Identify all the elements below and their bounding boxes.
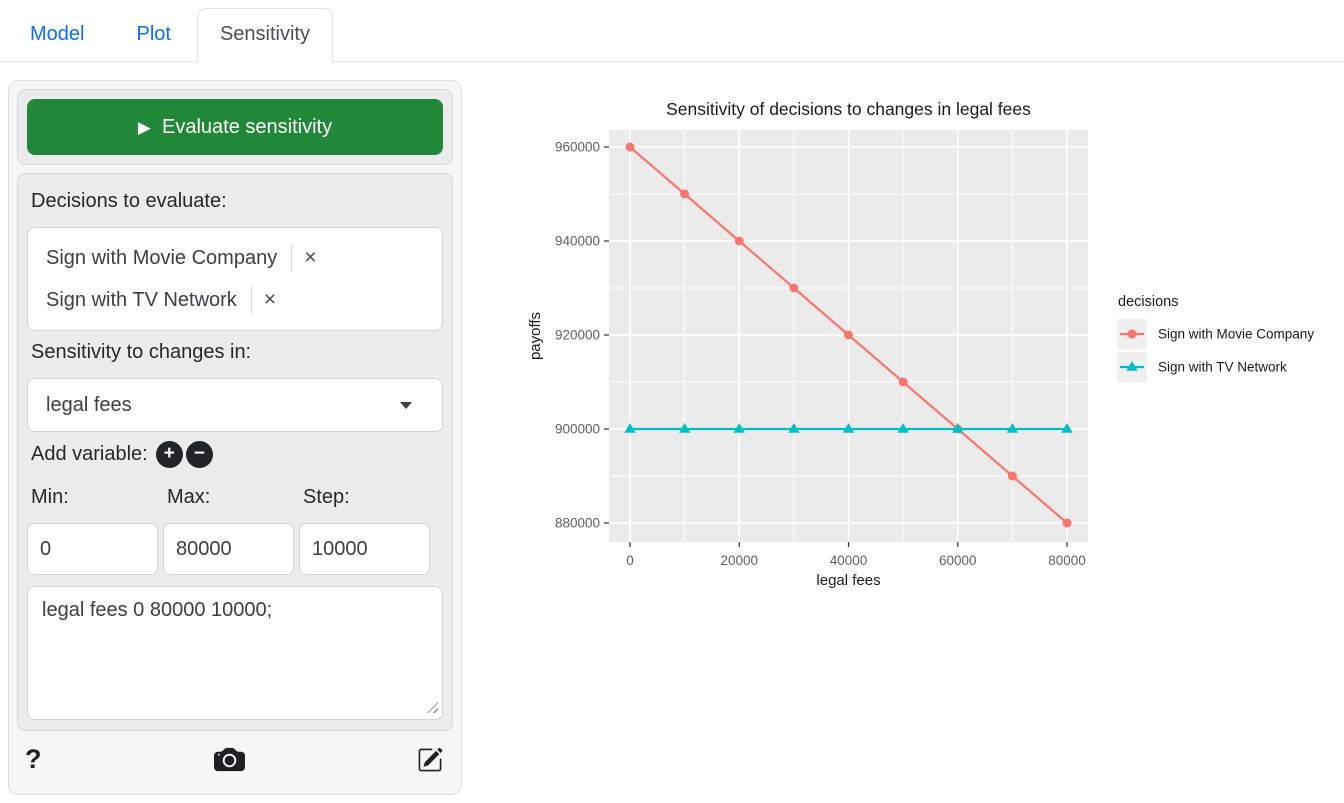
- decisions-multiselect[interactable]: Sign with Movie Company × Sign with TV N…: [27, 227, 443, 331]
- variable-select-value: legal fees: [46, 394, 132, 417]
- plus-circle-icon[interactable]: +: [156, 441, 183, 468]
- svg-text:Sensitivity of decisions to ch: Sensitivity of decisions to changes in l…: [666, 99, 1031, 119]
- variable-spec-textarea[interactable]: legal fees 0 80000 10000;: [27, 586, 443, 720]
- min-label: Min:: [31, 486, 167, 509]
- svg-text:0: 0: [626, 553, 634, 568]
- variable-select[interactable]: legal fees: [27, 378, 443, 432]
- step-label: Step:: [303, 486, 439, 509]
- sidebar: ▶ Evaluate sensitivity Decisions to eval…: [8, 80, 462, 795]
- sensitivity-label: Sensitivity to changes in:: [31, 341, 443, 364]
- decision-chip: Sign with TV Network ×: [32, 279, 438, 321]
- evaluate-card: ▶ Evaluate sensitivity: [17, 89, 453, 165]
- decision-chip-label: Sign with Movie Company: [46, 247, 277, 270]
- decisions-label: Decisions to evaluate:: [31, 190, 443, 213]
- evaluate-sensitivity-button[interactable]: ▶ Evaluate sensitivity: [27, 99, 443, 155]
- svg-text:payoffs: payoffs: [527, 312, 544, 360]
- play-icon: ▶: [138, 119, 151, 136]
- camera-icon[interactable]: [214, 744, 245, 775]
- help-icon[interactable]: ?: [25, 744, 42, 775]
- minus-circle-icon[interactable]: −: [186, 441, 213, 468]
- remove-decision-icon[interactable]: ×: [264, 288, 276, 312]
- evaluate-button-label: Evaluate sensitivity: [162, 116, 332, 139]
- svg-text:Sign with TV Network: Sign with TV Network: [1158, 360, 1287, 375]
- tab-model[interactable]: Model: [4, 8, 110, 61]
- chip-divider: [291, 244, 292, 272]
- decision-chip-label: Sign with TV Network: [46, 289, 237, 312]
- add-variable-row: Add variable: + −: [31, 441, 443, 468]
- edit-report-icon[interactable]: [417, 747, 443, 773]
- caret-down-icon: [400, 402, 412, 409]
- svg-text:80000: 80000: [1048, 553, 1086, 568]
- min-max-step-labels: Min: Max: Step:: [31, 486, 443, 509]
- svg-text:880000: 880000: [555, 516, 600, 531]
- min-max-step-inputs: [27, 523, 443, 575]
- max-label: Max:: [167, 486, 303, 509]
- svg-text:40000: 40000: [830, 553, 868, 568]
- min-input[interactable]: [27, 523, 158, 575]
- svg-text:Sign with Movie Company: Sign with Movie Company: [1158, 327, 1314, 342]
- chip-divider: [251, 286, 252, 314]
- variable-spec-wrap: legal fees 0 80000 10000;: [27, 586, 443, 720]
- sidebar-footer: ?: [17, 731, 453, 775]
- svg-text:60000: 60000: [939, 553, 977, 568]
- svg-text:960000: 960000: [555, 140, 600, 155]
- svg-text:940000: 940000: [555, 234, 600, 249]
- svg-text:decisions: decisions: [1118, 294, 1178, 310]
- tab-plot[interactable]: Plot: [110, 8, 196, 61]
- sensitivity-form-card: Decisions to evaluate: Sign with Movie C…: [17, 173, 453, 731]
- decision-chip: Sign with Movie Company ×: [32, 237, 438, 279]
- sensitivity-chart: 0 20000 40000 60000 80000 880000 900000 920000 9…: [470, 80, 1344, 600]
- remove-decision-icon[interactable]: ×: [304, 246, 316, 270]
- tab-sensitivity[interactable]: Sensitivity: [197, 8, 333, 62]
- svg-text:920000: 920000: [555, 328, 600, 343]
- svg-text:900000: 900000: [555, 422, 600, 437]
- max-input[interactable]: [163, 523, 294, 575]
- svg-text:20000: 20000: [720, 553, 758, 568]
- add-variable-label: Add variable:: [31, 443, 148, 466]
- svg-text:legal fees: legal fees: [816, 572, 880, 589]
- step-input[interactable]: [299, 523, 430, 575]
- tab-bar: Model Plot Sensitivity: [0, 0, 1344, 62]
